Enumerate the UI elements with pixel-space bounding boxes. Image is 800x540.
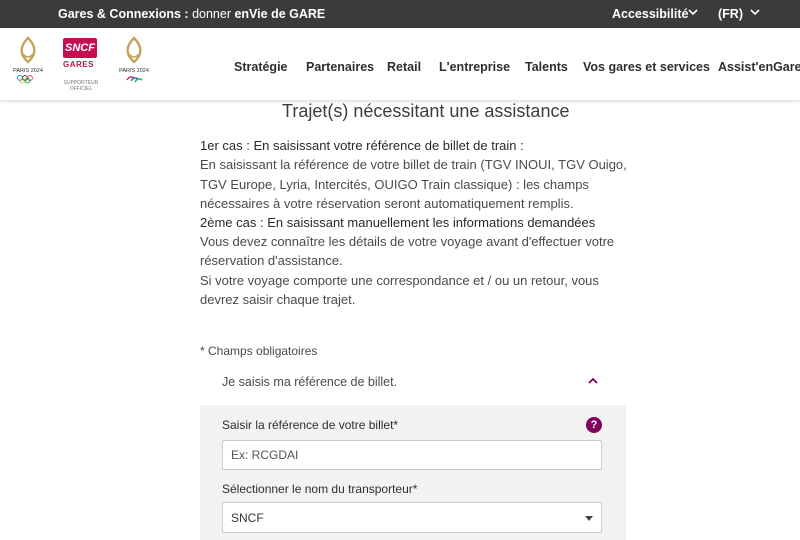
help-icon[interactable]: ? [586,417,602,433]
case-2-text: devrez saisir chaque trajet. [200,292,356,307]
nav-assistengare[interactable]: Assist'enGare [718,60,800,74]
case-2-text: Si votre voyage comporte une corresponda… [200,273,599,288]
case-1-text: En saisissant la référence de votre bill… [200,157,627,172]
nav-entreprise[interactable]: L'entreprise [439,60,510,74]
paris-2024-flame-icon: PARIS 2024 [13,36,43,84]
tagline: Gares & Connexions : donner enVie de GAR… [58,7,326,21]
ticket-reference-label: Saisir la référence de votre billet* [222,418,399,432]
nav-strategie[interactable]: Stratégie [234,60,288,74]
ticket-reference-panel: Saisir la référence de votre billet* ? S… [200,405,626,540]
paris-2024-paralympic-logo[interactable]: PARIS 2024 [116,36,152,84]
nav-talents[interactable]: Talents [525,60,568,74]
chevron-up-icon[interactable] [585,373,601,389]
gares-logo-text: GARES [63,60,94,69]
paris-2024-label: PARIS 2024 [119,68,149,74]
carrier-select[interactable]: SNCF [222,502,602,533]
case-2-text: Vous devez connaître les détails de votr… [200,234,615,249]
nav-retail[interactable]: Retail [387,60,421,74]
site-header: PARIS 2024 SNCF GARES SUPPORTEUR OFFICIE… [0,28,800,100]
paris-2024-label: PARIS 2024 [13,68,43,74]
nav-partenaires[interactable]: Partenaires [306,60,374,74]
top-bar: Gares & Connexions : donner enVie de GAR… [0,0,800,28]
chevron-down-icon[interactable] [748,5,762,19]
nav-gares-services[interactable]: Vos gares et services [583,60,710,74]
case-2-text: réservation d'assistance. [200,253,343,268]
case-2-heading: 2ème cas : En saisissant manuellement le… [200,215,596,230]
caret-down-icon [585,516,593,521]
paris-2024-olympic-logo[interactable]: PARIS 2024 [10,36,46,84]
carrier-label: Sélectionner le nom du transporteur* [222,482,418,496]
required-fields-note: * Champs obligatoires [200,344,318,358]
page-title: Trajet(s) nécessitant une assistance [282,101,570,121]
accessibility-menu[interactable]: Accessibilité [612,7,688,21]
case-1-text: nécessaires à votre réservation seront a… [200,196,574,211]
sncf-gares-logo[interactable]: SNCF GARES SUPPORTEUR OFFICIEL [60,38,102,92]
carrier-selected-value: SNCF [231,511,264,525]
language-selector[interactable]: (FR) [718,7,743,21]
ticket-reference-accordion[interactable]: Je saisis ma référence de billet. [222,375,397,389]
sncf-logo-text: SNCF [63,38,97,58]
ticket-reference-input[interactable] [222,440,602,470]
case-1-text: TGV Europe, Lyria, Intercités, OUIGO Tra… [200,177,589,192]
chevron-down-icon[interactable] [686,5,700,19]
case-1-heading: 1er cas : En saisissant votre référence … [200,138,524,153]
paris-2024-flame-icon: PARIS 2024 [119,36,149,83]
official-supporter-text: SUPPORTEUR OFFICIEL [63,80,99,92]
